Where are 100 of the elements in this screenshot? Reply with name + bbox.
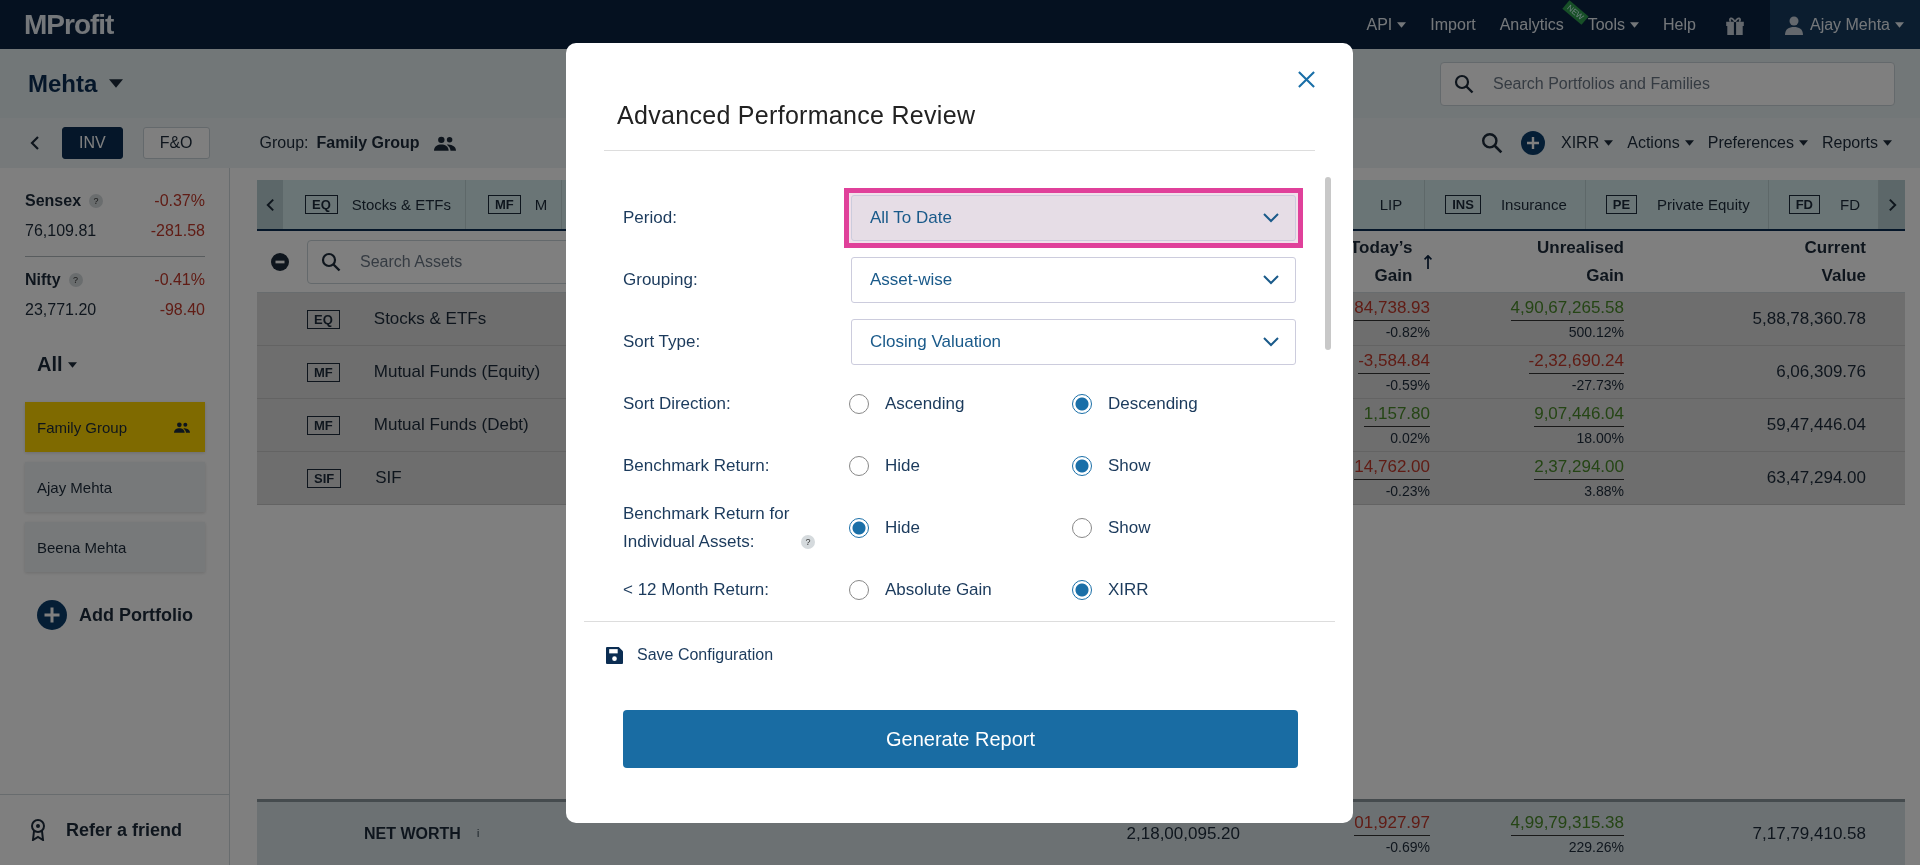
dropdown-field[interactable]: Closing Valuation — [851, 319, 1296, 365]
dropdown-field[interactable]: All To Date — [851, 195, 1296, 241]
app-logo[interactable]: MProfit — [24, 8, 114, 41]
nav-menu-item[interactable]: Help — [1663, 15, 1696, 34]
portfolio-item[interactable]: Ajay Mehta — [25, 462, 205, 512]
help-icon[interactable]: ? — [68, 273, 83, 287]
caret-icon[interactable] — [109, 79, 124, 88]
asset-name[interactable]: Mutual Funds (Debt) — [373, 415, 529, 435]
toolbar-menu[interactable]: Actions — [1627, 134, 1680, 152]
index-value: 23,771.20 — [25, 301, 97, 319]
radio-label[interactable]: Absolute Gain — [885, 580, 992, 600]
radio-label[interactable]: Hide — [885, 456, 920, 476]
caret-icon[interactable] — [67, 361, 77, 368]
chevron-down-icon[interactable] — [1263, 275, 1279, 285]
add-icon[interactable] — [37, 600, 67, 630]
toolbar-menu[interactable]: XIRR — [1561, 134, 1600, 152]
filter-dropdown[interactable]: All — [37, 353, 63, 376]
invested-value: 2,18,00,095.20 — [1126, 823, 1240, 844]
index-change-percent: -0.37% — [154, 192, 205, 210]
mode-tab[interactable]: INV — [62, 127, 123, 159]
column-header[interactable]: Current Value — [1804, 233, 1866, 290]
radio-button[interactable] — [1072, 456, 1092, 476]
user-icon[interactable] — [1783, 14, 1804, 35]
asset-tab[interactable]: EQ Stocks & ETFs — [283, 180, 466, 229]
current-value: 5,88,78,360.78 — [1751, 309, 1866, 329]
nav-menu-item[interactable]: API — [1366, 15, 1393, 34]
search-icon — [321, 251, 341, 272]
search-icon[interactable] — [1481, 132, 1503, 154]
asset-code: SIF — [307, 468, 342, 488]
chevron-right-icon[interactable] — [1887, 197, 1897, 212]
dialog-title: Advanced Performance Review — [604, 101, 1315, 151]
portfolio-item[interactable]: Beena Mehta — [25, 522, 205, 572]
unrealised-gain: 2,37,294.00 — [1534, 457, 1624, 480]
asset-code: MF — [307, 362, 340, 382]
unrealised-gain-percent: 500.12% — [1568, 323, 1624, 340]
nav-menu-item[interactable]: Analytics — [1499, 15, 1564, 34]
add-portfolio-link[interactable]: Add Portfolio — [79, 604, 193, 626]
unrealised-gain: 4,90,67,265.58 — [1510, 298, 1624, 321]
field-label: Sort Direction: — [623, 393, 731, 415]
asset-name[interactable]: Mutual Funds (Equity) — [373, 362, 541, 382]
help-icon[interactable]: ? — [89, 194, 104, 208]
index-change: -98.40 — [159, 301, 205, 319]
people-icon — [174, 421, 190, 433]
scrollbar[interactable] — [1325, 177, 1331, 350]
radio-label[interactable]: Ascending — [885, 394, 965, 414]
chevron-left-icon[interactable] — [30, 136, 40, 150]
asset-name[interactable]: Stocks & ETFs — [373, 309, 487, 329]
radio-label[interactable]: Hide — [885, 518, 920, 538]
chevron-left-icon[interactable] — [265, 197, 275, 212]
save-icon[interactable] — [606, 646, 623, 664]
toolbar-menu[interactable]: Preferences — [1707, 134, 1794, 152]
add-icon[interactable] — [1521, 131, 1545, 155]
todays-gain-percent: -0.69% — [1385, 837, 1430, 855]
search-field[interactable]: Search Portfolios and Families — [1440, 61, 1895, 106]
chevron-down-icon[interactable] — [1263, 213, 1279, 223]
chevron-down-icon[interactable] — [1263, 337, 1279, 347]
radio-button[interactable] — [1072, 394, 1092, 414]
close-icon[interactable] — [1297, 70, 1316, 89]
caret-icon[interactable] — [1604, 140, 1614, 146]
nav-menu-item[interactable]: Tools — [1587, 15, 1626, 34]
unrealised-gain: -2,32,690.24 — [1528, 351, 1624, 374]
unrealised-gain-percent: 229.26% — [1568, 837, 1624, 855]
refer-link[interactable]: Refer a friend — [66, 819, 183, 841]
caret-icon[interactable] — [1397, 21, 1407, 28]
radio-label[interactable]: Show — [1108, 518, 1151, 538]
nav-menu-item[interactable]: Import — [1430, 15, 1476, 34]
todays-gain-percent: 0.02% — [1390, 429, 1430, 446]
dropdown-field[interactable]: Asset-wise — [851, 257, 1296, 303]
index-value: 76,109.81 — [25, 222, 97, 240]
asset-tab[interactable]: INS Insurance — [1425, 180, 1586, 229]
mode-tab[interactable]: F&O — [142, 127, 210, 159]
radio-button[interactable] — [849, 518, 869, 538]
toolbar-menu[interactable]: Reports — [1821, 134, 1878, 152]
asset-tab[interactable]: MF M — [466, 180, 563, 229]
help-icon[interactable]: ? — [801, 535, 815, 549]
asset-name[interactable]: SIF — [375, 468, 402, 488]
todays-gain: -3,584.84 — [1358, 351, 1430, 374]
collapse-icon[interactable] — [271, 252, 289, 271]
caret-icon[interactable] — [1630, 21, 1640, 28]
column-header[interactable]: Unrealised Gain — [1537, 233, 1624, 290]
radio-label[interactable]: XIRR — [1108, 580, 1149, 600]
caret-icon[interactable] — [1883, 140, 1892, 146]
field-label: < 12 Month Return: — [623, 579, 769, 601]
caret-icon[interactable] — [1684, 140, 1694, 146]
save-configuration-link[interactable]: Save Configuration — [637, 646, 774, 664]
sort-arrow-icon[interactable] — [1424, 254, 1433, 269]
caret-icon[interactable] — [1895, 21, 1904, 28]
current-value: 59,47,446.04 — [1765, 415, 1866, 435]
todays-gain-percent: -0.82% — [1385, 323, 1430, 340]
family-selector[interactable]: Mehta — [28, 69, 98, 98]
caret-icon[interactable] — [1798, 140, 1808, 146]
portfolio-item[interactable]: Family Group — [25, 402, 205, 452]
todays-gain: 14,762.00 — [1354, 457, 1430, 480]
column-header[interactable]: Today’s Gain — [1350, 233, 1413, 290]
field-label: Period: — [623, 207, 677, 229]
generate-report-button[interactable]: Generate Report — [623, 710, 1298, 768]
asset-tab[interactable]: PE Private Equity — [1585, 180, 1769, 229]
radio-button[interactable] — [1072, 580, 1092, 600]
radio-label[interactable]: Show — [1108, 456, 1151, 476]
radio-label[interactable]: Descending — [1108, 394, 1198, 414]
